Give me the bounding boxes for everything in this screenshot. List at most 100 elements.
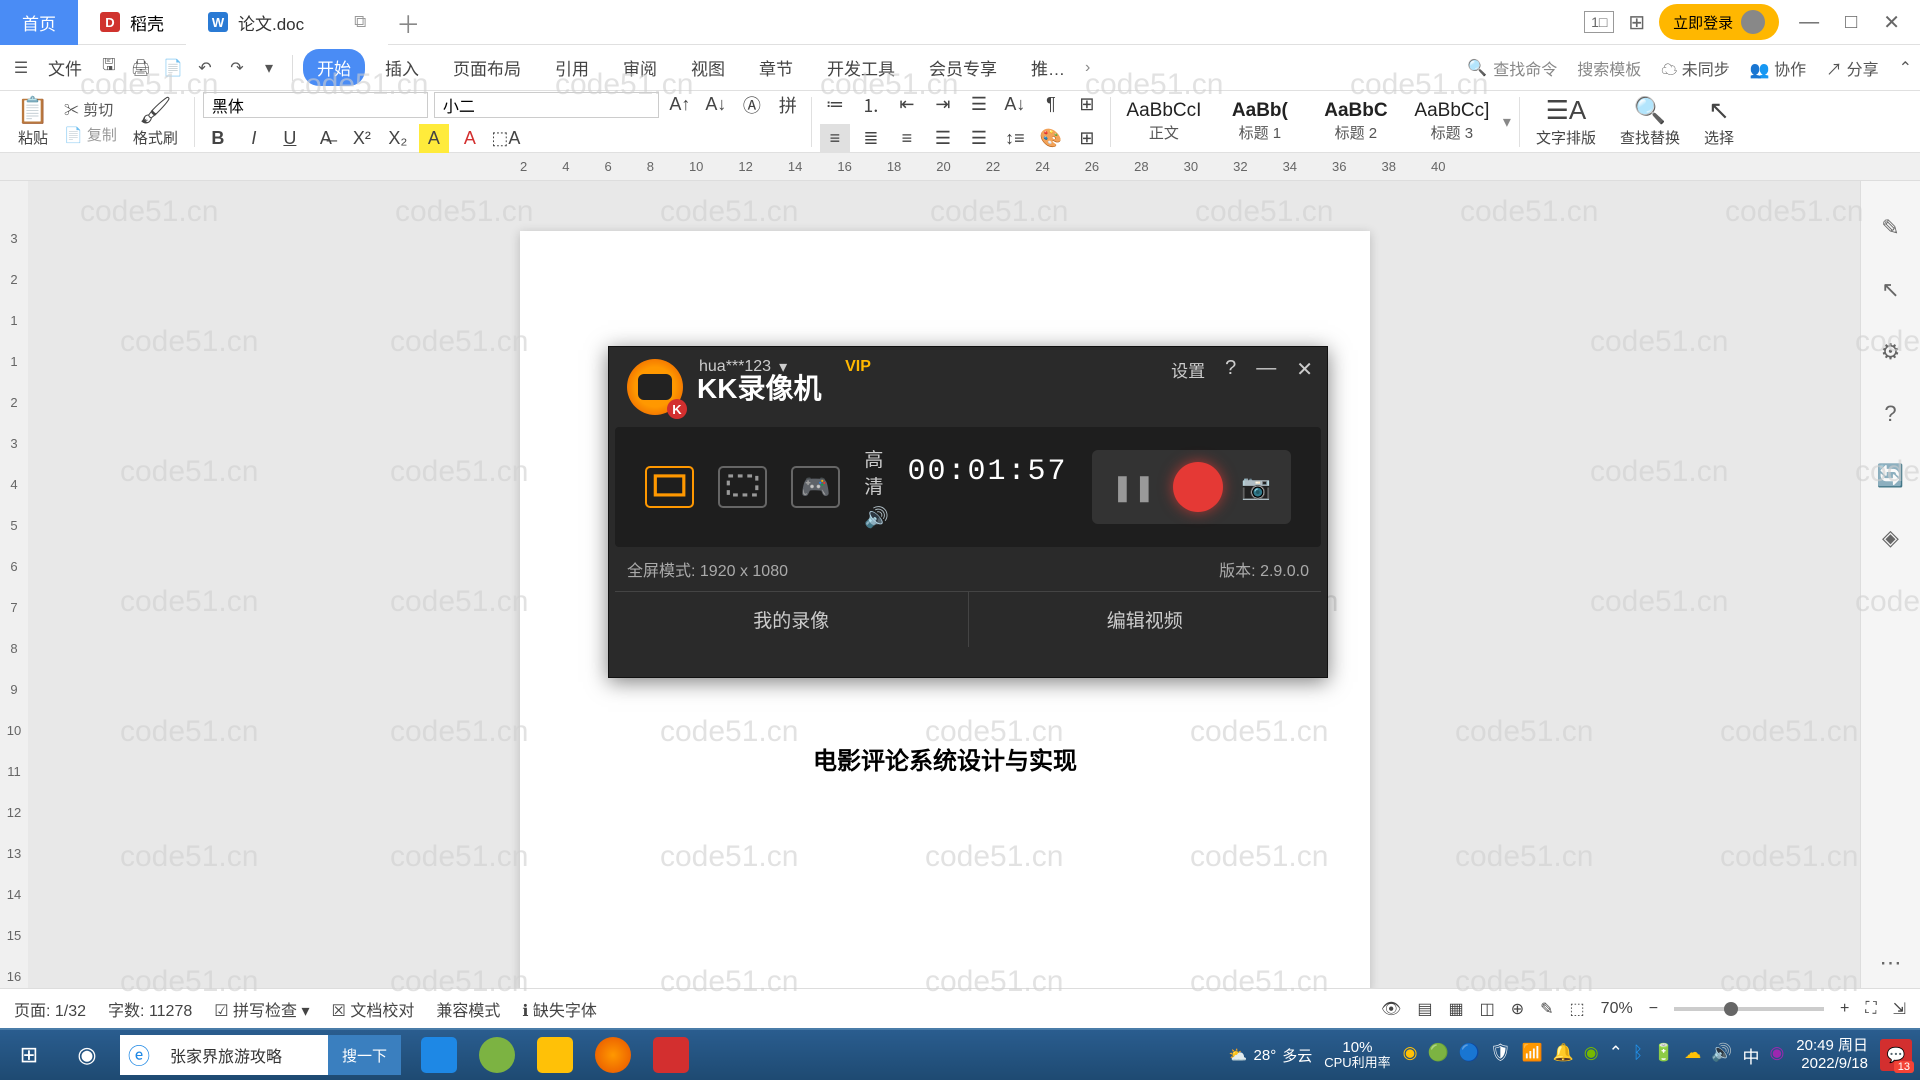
- numbering-button[interactable]: ⒈: [856, 90, 886, 120]
- menu-insert[interactable]: 插入: [371, 49, 433, 86]
- share-button[interactable]: ↗ 分享: [1826, 56, 1878, 80]
- more-icon[interactable]: ⋯: [1874, 946, 1908, 980]
- increase-indent-button[interactable]: ⇥: [928, 90, 958, 120]
- cursor-icon[interactable]: ↖: [1874, 273, 1908, 307]
- tray-cloud-icon[interactable]: ☁: [1684, 1043, 1701, 1068]
- spell-check[interactable]: ☑ 拼写检查 ▾: [214, 997, 309, 1021]
- distribute-button[interactable]: ☰: [964, 124, 994, 154]
- char-border-button[interactable]: ⬚A: [491, 124, 521, 154]
- menu-chapter[interactable]: 章节: [745, 49, 807, 86]
- word-count[interactable]: 字数: 11278: [108, 997, 192, 1021]
- weather-widget[interactable]: ⛅ 28° 多云: [1229, 1045, 1312, 1066]
- cpu-widget[interactable]: 10% CPU利用率: [1324, 1040, 1390, 1071]
- zoom-in-button[interactable]: +: [1840, 1000, 1849, 1018]
- bold-button[interactable]: B: [203, 124, 233, 154]
- align-right-button[interactable]: ≡: [892, 124, 922, 154]
- style-normal[interactable]: AaBbCcI正文: [1119, 98, 1209, 145]
- help-icon[interactable]: ?: [1874, 397, 1908, 431]
- menu-page-layout[interactable]: 页面布局: [439, 49, 535, 86]
- text-layout-group[interactable]: ☰A 文字排版: [1528, 95, 1604, 148]
- kk-region-mode[interactable]: [718, 466, 767, 508]
- text-direction-button[interactable]: ☰: [964, 90, 994, 120]
- tray-ime-icon[interactable]: 中: [1742, 1043, 1759, 1068]
- tab-daoke[interactable]: D 稻壳: [78, 0, 186, 45]
- maximize-button[interactable]: □: [1839, 11, 1863, 34]
- tray-chevron-up-icon[interactable]: ⌃: [1609, 1043, 1623, 1068]
- tab-home[interactable]: 首页: [0, 0, 78, 45]
- save-icon[interactable]: 🖫: [96, 55, 122, 81]
- tray-battery-icon[interactable]: 🔋: [1653, 1043, 1674, 1068]
- menu-dev-tools[interactable]: 开发工具: [813, 49, 909, 86]
- sort-button[interactable]: A↓: [1000, 90, 1030, 120]
- phonetic-icon[interactable]: 拼: [773, 90, 803, 120]
- cut-button[interactable]: ✂ 剪切: [64, 99, 117, 120]
- search-button[interactable]: 搜一下: [328, 1035, 401, 1075]
- fullscreen-icon[interactable]: ⛶: [1865, 1000, 1876, 1018]
- shading-button[interactable]: 🎨: [1036, 124, 1066, 154]
- font-size-select[interactable]: [434, 92, 659, 118]
- superscript-button[interactable]: X²: [347, 124, 377, 154]
- line-spacing-button[interactable]: ↕≡: [1000, 124, 1030, 154]
- subscript-button[interactable]: X₂: [383, 124, 413, 154]
- page-view-icon[interactable]: ▦: [1448, 999, 1463, 1019]
- sync-status[interactable]: ☁ 未同步: [1661, 56, 1729, 80]
- edit-icon[interactable]: ✎: [1540, 999, 1553, 1019]
- notification-center[interactable]: 💬 13: [1880, 1039, 1912, 1071]
- tab-document[interactable]: W 论文.doc ⧉: [186, 0, 388, 45]
- eye-icon[interactable]: 👁: [1381, 999, 1401, 1019]
- zoom-fit-icon[interactable]: ⬚: [1570, 999, 1585, 1019]
- page-indicator[interactable]: 页面: 1/32: [14, 997, 86, 1021]
- web-view-icon[interactable]: ⊕: [1511, 999, 1524, 1019]
- tray-nvidia-icon[interactable]: ◉: [1584, 1043, 1599, 1068]
- menu-nav-right[interactable]: ›: [1085, 59, 1090, 77]
- highlight-button[interactable]: A: [419, 124, 449, 154]
- print-icon[interactable]: 🖨: [128, 55, 154, 81]
- menu-review[interactable]: 审阅: [609, 49, 671, 86]
- layout-icon[interactable]: 1□: [1584, 11, 1614, 33]
- select-group[interactable]: ↖ 选择: [1696, 95, 1742, 148]
- undo-icon[interactable]: ↶: [192, 55, 218, 81]
- hamburger-icon[interactable]: ☰: [8, 55, 34, 81]
- format-painter-button[interactable]: 🖌: [140, 95, 170, 125]
- login-button[interactable]: 立即登录: [1659, 4, 1779, 40]
- styles-more-icon[interactable]: ▾: [1503, 112, 1511, 132]
- taskbar-search[interactable]: ⓔ 张家界旅游攻略 搜一下: [120, 1035, 401, 1075]
- apps-icon[interactable]: ⊞: [1628, 10, 1645, 35]
- font-name-select[interactable]: [203, 92, 428, 118]
- taskbar-ie[interactable]: [411, 1033, 467, 1077]
- minimize-button[interactable]: —: [1793, 11, 1825, 34]
- expand-icon[interactable]: ⇲: [1893, 999, 1906, 1019]
- tray-icon-2[interactable]: 🟢: [1428, 1043, 1449, 1068]
- pen-icon[interactable]: ✎: [1874, 211, 1908, 245]
- zoom-slider[interactable]: [1674, 1007, 1824, 1011]
- zoom-out-button[interactable]: −: [1649, 1000, 1658, 1018]
- find-replace-group[interactable]: 🔍 查找替换: [1612, 95, 1688, 148]
- kk-edit-video-button[interactable]: 编辑视频: [969, 592, 1322, 647]
- collapse-ribbon-icon[interactable]: ⌃: [1899, 58, 1912, 78]
- tabs-button[interactable]: ⊞: [1072, 90, 1102, 120]
- paste-button[interactable]: 📋: [18, 95, 48, 125]
- close-button[interactable]: ✕: [1877, 10, 1906, 35]
- clear-format-icon[interactable]: Ⓐ: [737, 90, 767, 120]
- menu-file[interactable]: 文件: [40, 49, 90, 86]
- kk-fullscreen-mode[interactable]: [645, 466, 694, 508]
- kk-recorder-window[interactable]: hua***123▾ VIP 设置 ? — ✕ KK录像机 🎮 高清 00:01…: [608, 346, 1328, 678]
- vertical-ruler[interactable]: 3211234567891011121314151617181920212223…: [0, 181, 28, 1040]
- taskbar-wps[interactable]: [643, 1033, 699, 1077]
- strikethrough-button[interactable]: A̶: [311, 124, 341, 154]
- task-view-button[interactable]: ◉: [58, 1030, 116, 1080]
- tray-icon-4[interactable]: 🛡: [1490, 1043, 1512, 1068]
- redo-icon[interactable]: ↷: [224, 55, 250, 81]
- kk-screenshot-button[interactable]: 📷: [1241, 473, 1271, 502]
- style-heading2[interactable]: AaBbC标题 2: [1311, 98, 1401, 145]
- menu-references[interactable]: 引用: [541, 49, 603, 86]
- zoom-value[interactable]: 70%: [1601, 1000, 1633, 1018]
- kk-audio-icon[interactable]: 🔊: [864, 505, 1067, 530]
- font-color-button[interactable]: A: [455, 124, 485, 154]
- show-marks-button[interactable]: ¶: [1036, 90, 1066, 120]
- tray-bell-icon[interactable]: 🔔: [1553, 1043, 1574, 1068]
- styles-gallery[interactable]: AaBbCcI正文 AaBb(标题 1 AaBbC标题 2 AaBbCc]标题 …: [1119, 98, 1511, 145]
- borders-button[interactable]: ⊞: [1072, 124, 1102, 154]
- translate-icon[interactable]: 🔄: [1874, 459, 1908, 493]
- taskbar-explorer[interactable]: [527, 1033, 583, 1077]
